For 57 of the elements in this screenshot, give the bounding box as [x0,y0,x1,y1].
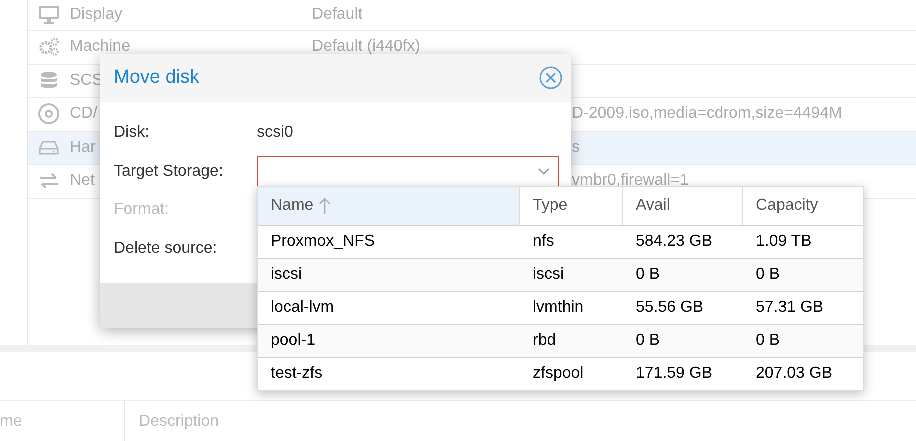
hardware-value: s [571,138,580,157]
column-header[interactable]: Capacity [743,187,863,225]
hardware-value: Default [312,6,363,24]
table-cell-text: 55.56 GB [635,298,705,318]
table-cell-text: test-zfs [270,364,324,384]
table-cell-text: 1.09 TB [755,232,813,252]
column-header: me [0,401,125,441]
storage-row[interactable]: pool-1 rbd 0 B 0 B [258,324,863,357]
table-cell-text: 584.23 GB [635,232,714,252]
table-cell-text: iscsi [270,265,304,285]
column-header-label: Avail [636,197,670,215]
hardware-name: Machine [70,38,130,56]
table-cell-text: 207.03 GB [755,364,834,384]
table-cell-text: iscsi [532,265,566,285]
column-header[interactable]: Avail [623,187,743,225]
dialog-title: Move disk [114,67,200,89]
storage-row[interactable]: test-zfs zfspool 171.59 GB 207.03 GB [258,357,863,390]
table-cell-text: 0 B [635,265,662,285]
field-label: Format: [114,201,170,220]
table-cell-text: 0 B [755,331,782,351]
arrows-icon [38,171,60,192]
field-value: scsi0 [257,124,294,142]
table-cell-text: zfspool [532,364,585,384]
column-header[interactable]: Name [258,187,520,225]
close-icon[interactable] [539,66,563,90]
hardware-name: Net [70,172,95,190]
sort-ascending-icon [318,197,331,215]
column-header-label: Type [533,197,568,215]
hardware-value: D-2009.iso,media=cdrom,size=4494M [571,105,842,124]
database-icon [38,70,60,91]
storage-row[interactable]: iscsi iscsi 0 B 0 B [258,258,863,291]
gears-icon [38,37,60,58]
disc-icon [38,103,60,126]
column-header-label: Capacity [756,197,818,215]
column-header-label: Name [271,197,314,215]
table-cell-text: nfs [532,232,556,252]
table-cell-text: pool-1 [270,331,316,351]
field-label: Target Storage: [114,162,224,181]
hardware-name: Display [70,6,122,24]
chevron-down-icon[interactable] [538,168,550,176]
table-cell-text: local-lvm [270,298,336,318]
target-storage-combo[interactable] [257,156,559,188]
hardware-name: Har [70,138,96,157]
column-header[interactable]: Type [520,187,623,225]
hardware-name: CD/ [70,105,98,124]
table-cell-text: lvmthin [532,298,585,318]
table-cell-text: 0 B [635,331,662,351]
hardware-value: Default (i440fx) [312,38,420,56]
monitor-icon [38,5,60,25]
table-cell-text: 57.31 GB [755,298,825,318]
table-cell-text: Proxmox_NFS [270,232,376,252]
table-cell-text: 171.59 GB [635,364,714,384]
field-label: Disk: [114,124,151,142]
table-cell-text: 0 B [755,265,782,285]
column-header: Description [138,412,220,432]
field-label: Delete source: [114,240,218,258]
table-cell-text: rbd [532,331,558,351]
